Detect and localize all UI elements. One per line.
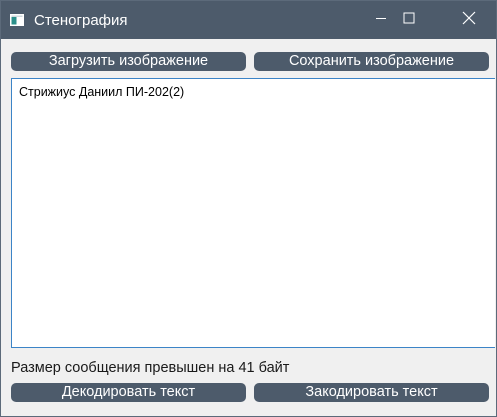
message-text-area[interactable]: Стрижиус Даниил ПИ-202(2) — [11, 78, 495, 348]
save-image-button[interactable]: Сохранить изображение — [254, 52, 489, 71]
app-window-icon — [10, 13, 24, 26]
client-area: Загрузить изображение Сохранить изображе… — [1, 39, 496, 416]
maximize-button[interactable] — [386, 1, 432, 39]
message-text: Стрижиус Даниил ПИ-202(2) — [19, 85, 185, 99]
close-icon — [462, 11, 476, 30]
close-button[interactable] — [446, 1, 492, 39]
load-image-button[interactable]: Загрузить изображение — [11, 52, 246, 71]
maximize-icon — [403, 11, 415, 29]
decode-text-button[interactable]: Декодировать текст — [11, 383, 246, 402]
app-window: Стенография Загрузить изображение Сохран… — [0, 0, 497, 417]
encode-text-button[interactable]: Закодировать текст — [254, 383, 489, 402]
title-bar[interactable]: Стенография — [1, 1, 496, 39]
window-title: Стенография — [34, 12, 128, 29]
status-message: Размер сообщения превышен на 41 байт — [11, 360, 290, 376]
